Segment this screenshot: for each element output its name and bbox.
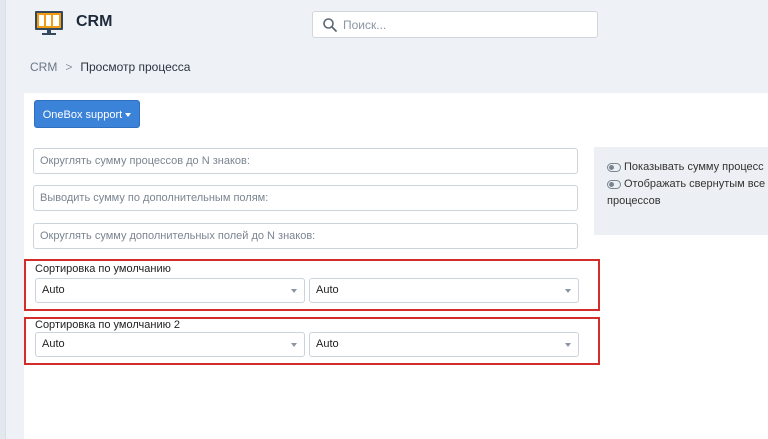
default-sort-label: Сортировка по умолчанию xyxy=(35,263,171,275)
round-process-sum-field[interactable]: Округлять сумму процессов до N знаков: xyxy=(33,148,578,174)
toggle-icon[interactable] xyxy=(607,162,621,172)
additional-fields-sum-field[interactable]: Выводить сумму по дополнительным полям: xyxy=(33,185,578,211)
select-value: Auto xyxy=(42,338,65,350)
show-process-sum-toggle[interactable]: Показывать сумму процесс xyxy=(607,161,764,173)
dropdown-button-label: OneBox support xyxy=(42,109,123,121)
chevron-down-icon xyxy=(565,289,571,293)
search-box[interactable] xyxy=(312,11,598,38)
search-icon xyxy=(322,17,338,33)
round-additional-fields-field[interactable]: Округлять сумму дополнительных полей до … xyxy=(33,223,578,249)
app-title[interactable]: CRM xyxy=(76,13,112,31)
select-value: Auto xyxy=(316,338,339,350)
breadcrumb: CRM > Просмотр процесса xyxy=(30,60,190,74)
toggle-label: Показывать сумму процесс xyxy=(624,161,764,173)
header: CRM xyxy=(6,0,768,48)
process-settings-panel: OneBox support Округлять сумму процессов… xyxy=(24,93,768,439)
default-sort-group-2: Сортировка по умолчанию 2 Auto Auto xyxy=(24,317,600,365)
default-sort-2-direction-select[interactable]: Auto xyxy=(309,332,579,357)
onebox-support-dropdown-button[interactable]: OneBox support xyxy=(34,100,140,128)
select-value: Auto xyxy=(316,284,339,296)
default-sort-field-select[interactable]: Auto xyxy=(35,278,305,303)
crm-logo-icon[interactable] xyxy=(34,10,64,36)
toggle-label-continuation: процессов xyxy=(607,195,661,207)
chevron-down-icon xyxy=(565,343,571,347)
search-input[interactable] xyxy=(343,16,593,34)
default-sort-2-field-select[interactable]: Auto xyxy=(35,332,305,357)
chevron-down-icon xyxy=(291,343,297,347)
breadcrumb-root-link[interactable]: CRM xyxy=(30,60,57,74)
toggle-label: Отображать свернутым все xyxy=(624,178,766,190)
toggle-icon[interactable] xyxy=(607,179,621,189)
caret-down-icon xyxy=(125,113,132,118)
options-box: Показывать сумму процесс Отображать свер… xyxy=(594,147,768,235)
show-collapsed-toggle[interactable]: Отображать свернутым все xyxy=(607,178,765,190)
default-sort-group: Сортировка по умолчанию Auto Auto xyxy=(24,259,600,311)
breadcrumb-current: Просмотр процесса xyxy=(80,60,191,74)
chevron-down-icon xyxy=(291,289,297,293)
default-sort-2-label: Сортировка по умолчанию 2 xyxy=(35,319,181,331)
breadcrumb-separator: > xyxy=(65,60,73,74)
default-sort-direction-select[interactable]: Auto xyxy=(309,278,579,303)
select-value: Auto xyxy=(42,284,65,296)
left-sidebar-edge xyxy=(0,0,6,439)
